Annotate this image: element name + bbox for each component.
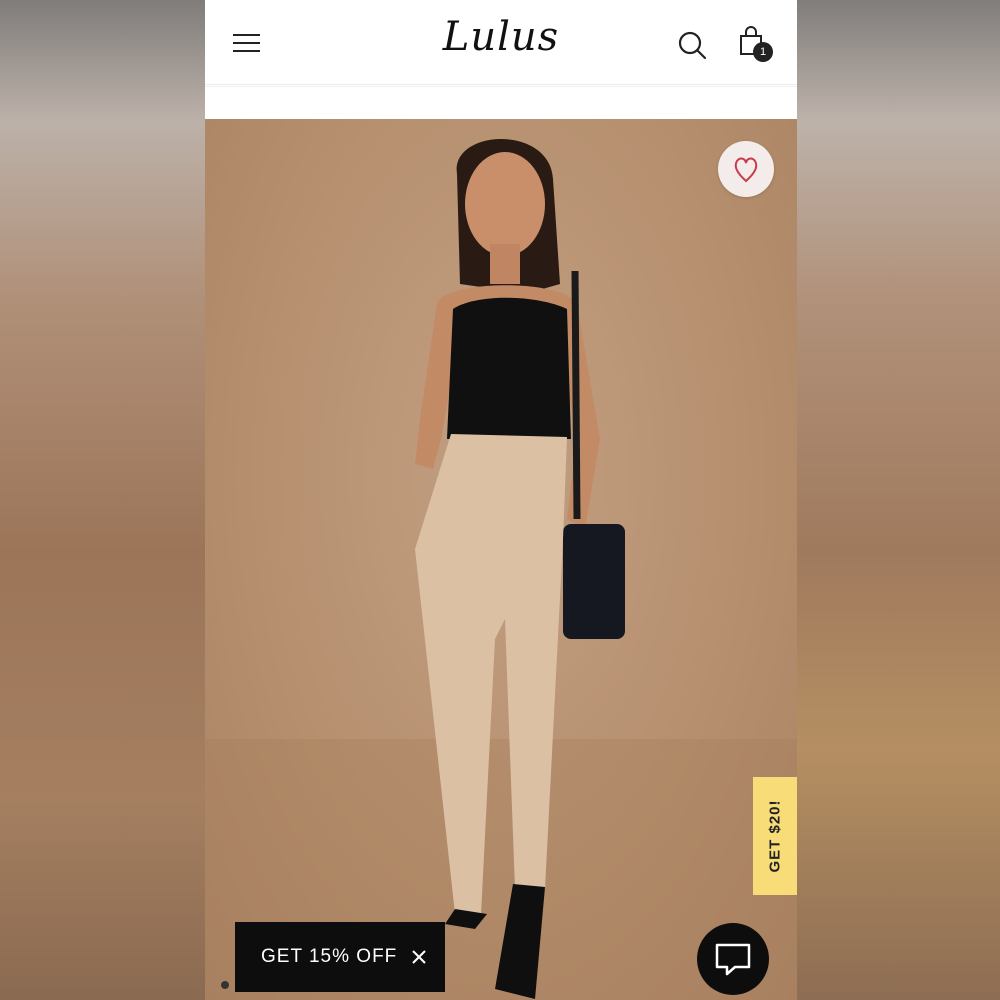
product-image[interactable]: GET $20! GET 15% OFF bbox=[205, 119, 797, 1000]
brand-logo[interactable]: Lulus bbox=[205, 14, 797, 60]
sub-navigation-bar bbox=[205, 86, 797, 119]
discount-banner[interactable]: GET 15% OFF bbox=[235, 922, 445, 992]
chat-button[interactable] bbox=[697, 923, 769, 995]
heart-icon bbox=[734, 157, 758, 183]
search-icon[interactable] bbox=[677, 30, 707, 60]
close-icon[interactable] bbox=[411, 949, 427, 965]
chat-icon bbox=[715, 943, 751, 976]
cart-count-badge: 1 bbox=[753, 42, 773, 62]
background-blur-right bbox=[797, 0, 1000, 1000]
get-20-promo-tab[interactable]: GET $20! bbox=[753, 777, 797, 895]
carousel-dot-indicator[interactable] bbox=[221, 981, 229, 989]
mobile-page: Lulus 1 GET $20! GET 15% OFF bbox=[205, 0, 797, 1000]
wishlist-button[interactable] bbox=[718, 141, 774, 197]
cart-button[interactable]: 1 bbox=[735, 26, 779, 66]
background-blur-left bbox=[0, 0, 205, 1000]
site-header: Lulus 1 bbox=[205, 0, 797, 85]
model-illustration bbox=[205, 139, 797, 1000]
discount-banner-label: GET 15% OFF bbox=[261, 946, 398, 967]
